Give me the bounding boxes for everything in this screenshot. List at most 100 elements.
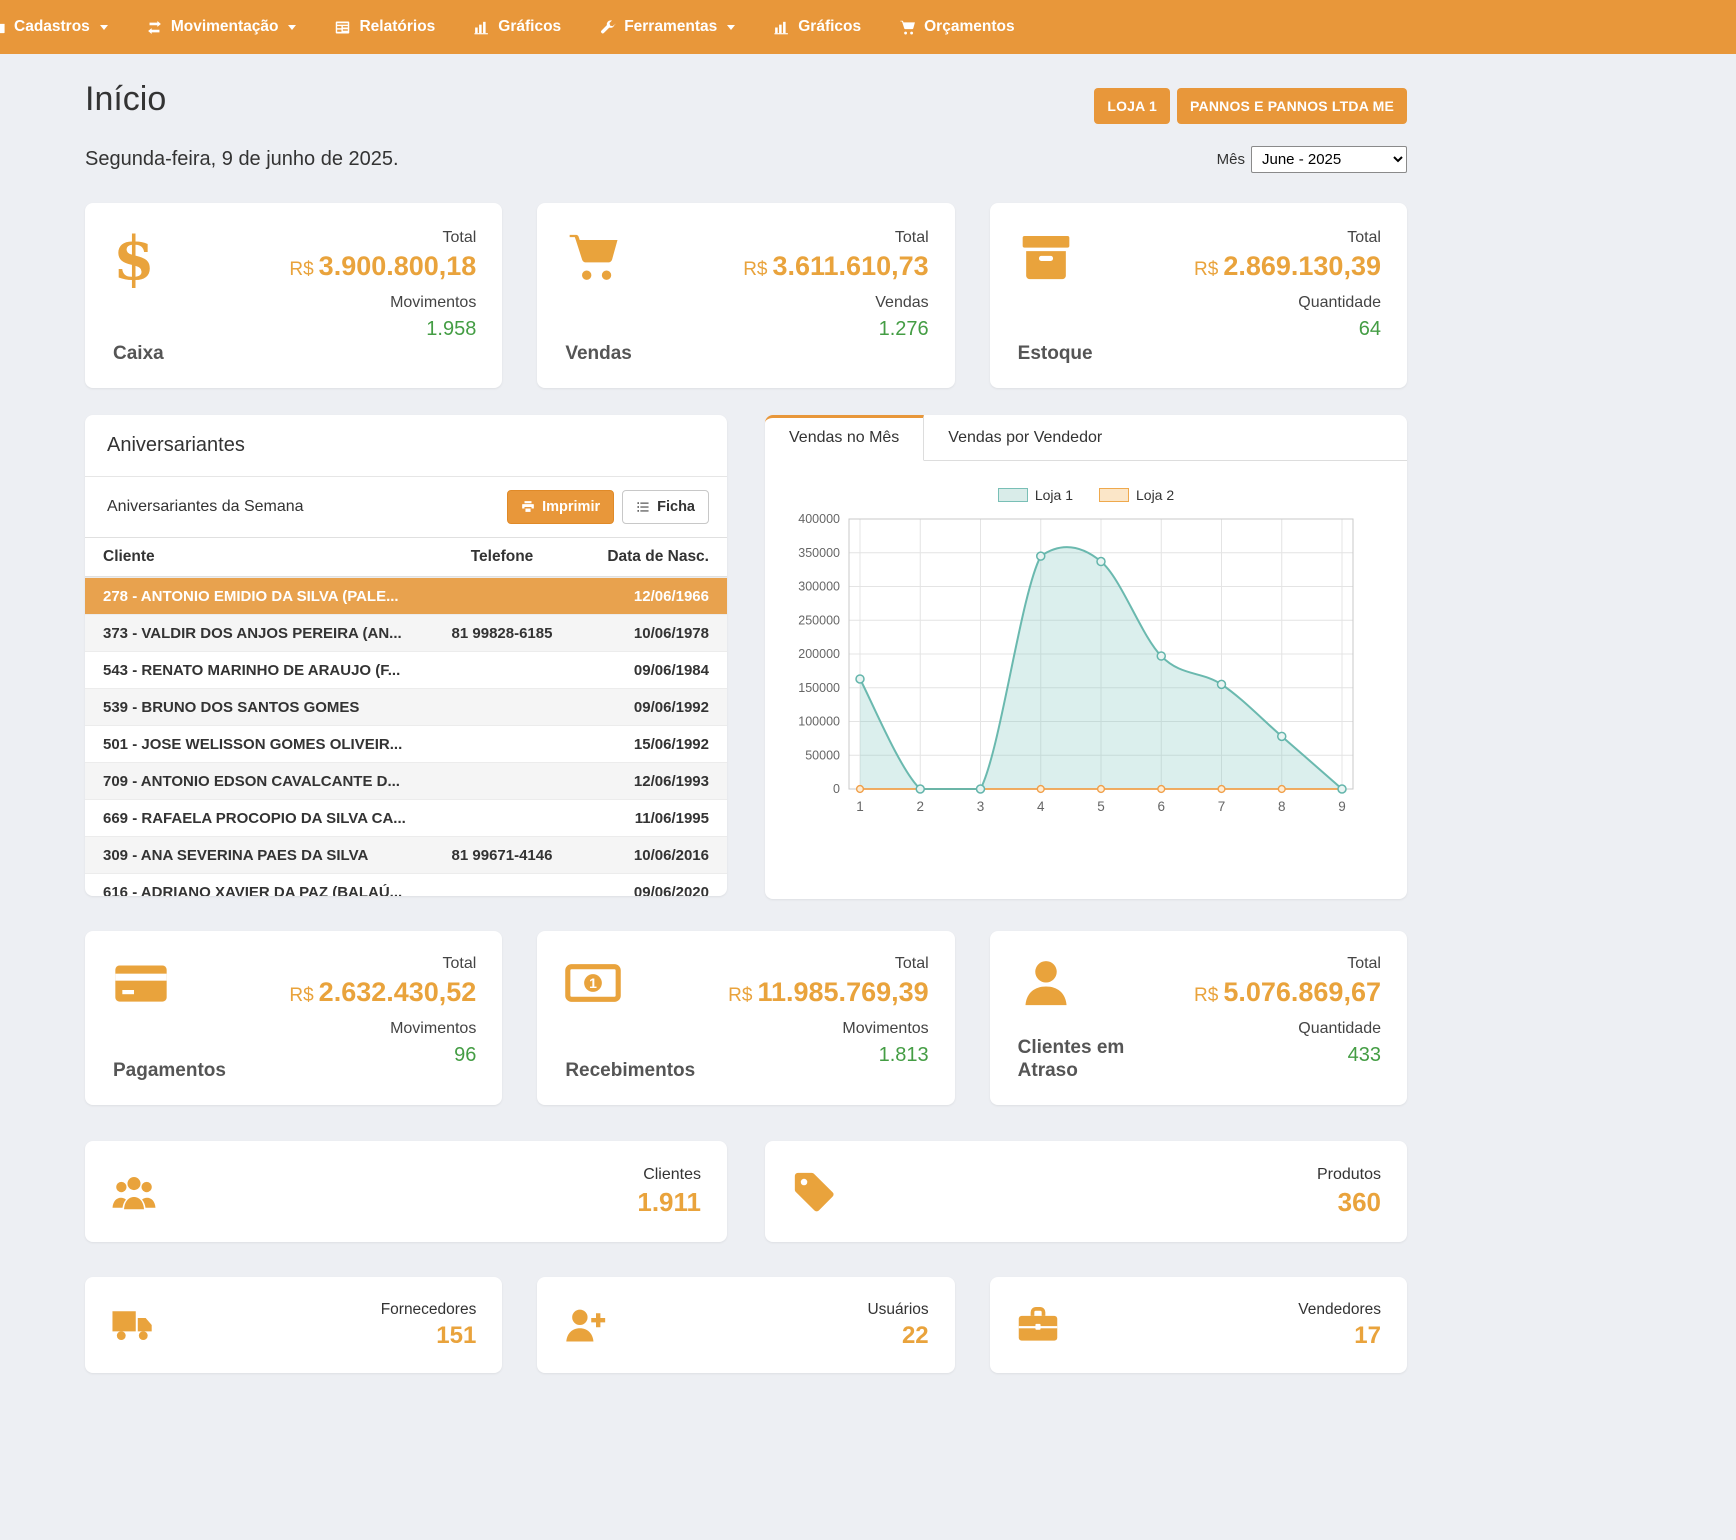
total-label: Total [289,955,476,973]
stat-name: Pagamentos [113,1060,226,1083]
metric-label: Quantidade [1194,294,1381,312]
legend-label: Loja 1 [1035,487,1073,503]
tab-vendas-por-vendedor[interactable]: Vendas por Vendedor [924,415,1126,460]
table-row[interactable]: 709 - ANTONIO EDSON CAVALCANTE D...12/06… [85,762,727,799]
bar-chart-icon [773,19,790,36]
summary-value: 17 [1298,1322,1381,1350]
svg-text:7: 7 [1218,799,1226,814]
stat-card-vendas: Vendas Total R$3.611.610,73 Vendas 1.276 [537,203,954,388]
nav-item-graficos-2[interactable]: Gráficos [754,0,880,54]
stat-card-estoque: Estoque Total R$2.869.130,39 Quantidade … [990,203,1407,388]
total-label: Total [743,229,928,247]
print-button[interactable]: Imprimir [507,490,614,524]
stat-card-caixa: $ Caixa Total R$3.900.800,18 Movimentos … [85,203,502,388]
total-label: Total [1194,955,1381,973]
sales-chart-card: Vendas no Mês Vendas por Vendedor Loja 1… [765,415,1407,899]
table-row[interactable]: 616 - ADRIANO XAVIER DA PAZ (BALAÚ...09/… [85,873,727,896]
svg-text:350000: 350000 [798,546,840,560]
metric-label: Movimentos [289,294,476,312]
summary-value: 360 [1317,1187,1381,1218]
table-row[interactable]: 278 - ANTONIO EMIDIO DA SILVA (PALE...12… [85,577,727,614]
nav-label: Orçamentos [924,18,1014,36]
birthdays-card: Aniversariantes Aniversariantes da Seman… [85,415,727,896]
stat-card-clientes-em-atraso: Clientes em Atraso Total R$5.076.869,67 … [990,931,1407,1105]
folder-icon [0,19,6,36]
svg-text:1: 1 [589,975,597,991]
nav-label: Ferramentas [624,18,717,36]
chevron-down-icon [727,25,735,30]
box-icon [1018,229,1093,285]
svg-text:300000: 300000 [798,580,840,594]
summary-value: 151 [381,1322,477,1350]
summary-card-clientes: Clientes 1.911 [85,1141,727,1242]
total-label: Total [1194,229,1381,247]
svg-text:100000: 100000 [798,715,840,729]
metric-label: Vendas [743,294,928,312]
company-button[interactable]: PANNOS E PANNOS LTDA ME [1177,88,1407,124]
svg-text:250000: 250000 [798,613,840,627]
ficha-button[interactable]: Ficha [622,490,709,524]
loja2-swatch [1099,488,1129,502]
stat-name: Caixa [113,343,164,366]
chevron-down-icon [288,25,296,30]
nav-item-movimentacao[interactable]: Movimentação [127,0,316,54]
svg-text:50000: 50000 [805,748,840,762]
stat-card-pagamentos: Pagamentos Total R$2.632.430,52 Moviment… [85,931,502,1105]
report-icon [334,19,351,36]
nav-item-orcamentos[interactable]: Orçamentos [880,0,1033,54]
nav-item-ferramentas[interactable]: Ferramentas [580,0,754,54]
nav-item-cadastros[interactable]: Cadastros [0,0,127,54]
truck-icon [111,1303,155,1347]
nav-label: Gráficos [798,18,861,36]
table-row[interactable]: 373 - VALDIR DOS ANJOS PEREIRA (AN...81 … [85,614,727,651]
svg-text:9: 9 [1338,799,1346,814]
total-amount: R$2.869.130,39 [1194,251,1381,282]
person-icon [1018,955,1146,1011]
tab-vendas-no-mes[interactable]: Vendas no Mês [765,415,924,461]
users-icon [111,1169,157,1215]
svg-text:2: 2 [916,799,924,814]
birthdays-title: Aniversariantes [85,415,727,477]
nav-label: Movimentação [171,18,279,36]
stat-name: Clientes em Atraso [1018,1037,1146,1083]
svg-text:4: 4 [1037,799,1045,814]
metric-value: 96 [289,1044,476,1067]
metric-label: Quantidade [1194,1020,1381,1038]
page-title: Início [85,80,166,119]
metric-value: 1.276 [743,318,928,341]
svg-text:1: 1 [856,799,864,814]
table-row[interactable]: 501 - JOSE WELISSON GOMES OLIVEIR...15/0… [85,725,727,762]
exchange-icon [146,19,163,36]
printer-icon [521,500,535,514]
month-select[interactable]: June - 2025 [1251,146,1407,173]
total-label: Total [289,229,476,247]
svg-text:6: 6 [1157,799,1165,814]
nav-item-relatorios[interactable]: Relatórios [315,0,454,54]
store-button[interactable]: LOJA 1 [1094,88,1170,124]
stat-card-recebimentos: 1 Recebimentos Total R$11.985.769,39 Mov… [537,931,954,1105]
table-row[interactable]: 669 - RAFAELA PROCOPIO DA SILVA CA...11/… [85,799,727,836]
briefcase-icon [1016,1303,1060,1347]
metric-label: Movimentos [728,1020,928,1038]
credit-card-icon [113,955,226,1011]
table-row[interactable]: 309 - ANA SEVERINA PAES DA SILVA81 99671… [85,836,727,873]
stat-name: Estoque [1018,343,1093,366]
table-row[interactable]: 539 - BRUNO DOS SANTOS GOMES09/06/1992 [85,688,727,725]
cart-icon [565,229,632,285]
metric-label: Movimentos [289,1020,476,1038]
month-label: Mês [1217,151,1245,168]
user-plus-icon [563,1303,607,1347]
nav-label: Relatórios [359,18,435,36]
total-label: Total [728,955,928,973]
svg-text:150000: 150000 [798,681,840,695]
top-navbar: Cadastros Movimentação Relatórios Gráfic… [0,0,1736,54]
summary-label: Clientes [637,1166,701,1184]
table-row[interactable]: 543 - RENATO MARINHO DE ARAUJO (F...09/0… [85,651,727,688]
svg-text:3: 3 [977,799,985,814]
summary-label: Vendedores [1298,1301,1381,1319]
total-amount: R$3.611.610,73 [743,251,928,282]
summary-card-vendedores: Vendedores 17 [990,1277,1407,1373]
nav-item-graficos-1[interactable]: Gráficos [454,0,580,54]
total-amount: R$3.900.800,18 [289,251,476,282]
summary-label: Usuários [867,1301,928,1319]
